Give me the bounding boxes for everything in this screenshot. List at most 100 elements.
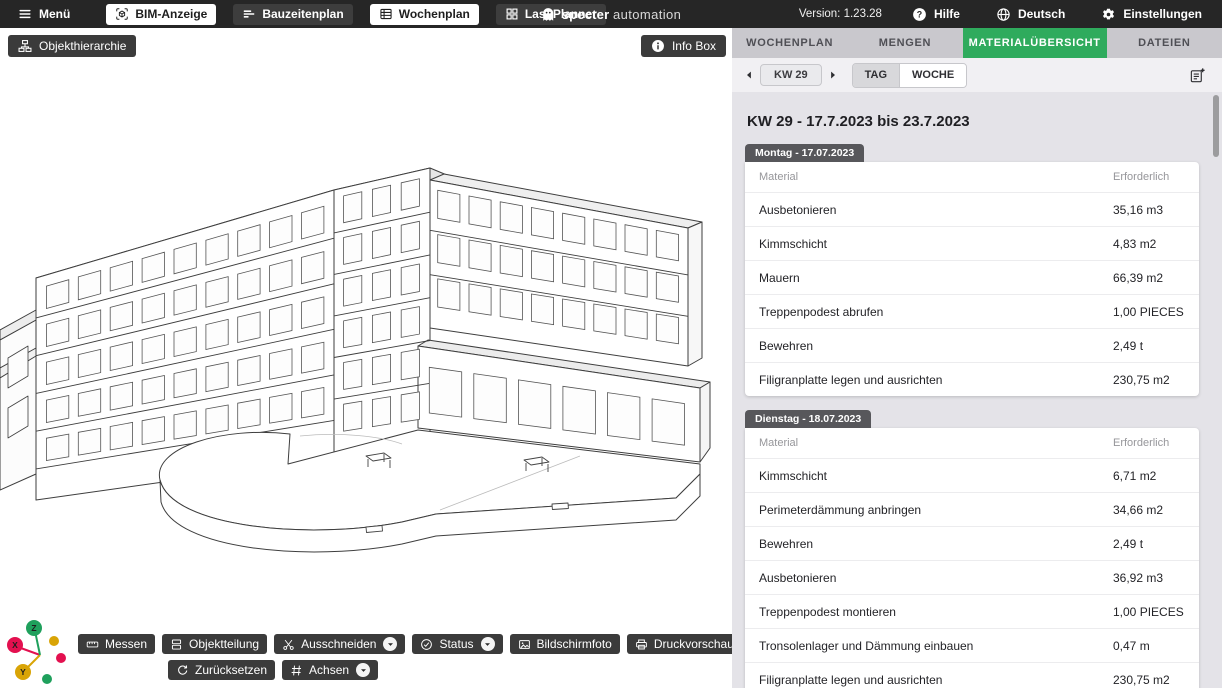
- axes-icon: [290, 664, 303, 677]
- col-required: Erforderlich: [1113, 171, 1193, 183]
- material-row[interactable]: Tronsolenlager und Dämmung einbauen 0,47…: [745, 628, 1199, 662]
- status-icon: [420, 638, 433, 651]
- dropdown-toggle[interactable]: [481, 637, 495, 651]
- material-row[interactable]: Ausbetonieren 36,92 m3: [745, 560, 1199, 594]
- material-name: Mauern: [759, 271, 1113, 285]
- menu-button[interactable]: Menü: [12, 6, 76, 22]
- material-required: 2,49 t: [1113, 339, 1193, 353]
- screenshot-icon: [518, 638, 531, 651]
- tab-dateien[interactable]: DATEIEN: [1107, 28, 1222, 58]
- printer-icon: [635, 638, 648, 651]
- gear-icon: [1101, 7, 1116, 22]
- zurucksetzen-button[interactable]: Zurücksetzen: [168, 660, 275, 680]
- material-overview-content: KW 29 - 17.7.2023 bis 23.7.2023 Montag -…: [732, 92, 1222, 688]
- day-badge: Montag - 17.07.2023: [745, 144, 864, 162]
- material-row[interactable]: Mauern 66,39 m2: [745, 260, 1199, 294]
- viewport-toolbar-row1: Messen Objektteilung Ausschneiden Status Bil…: [78, 634, 732, 654]
- day-card: Material Erforderlich Kimmschicht 6,71 m…: [745, 428, 1199, 688]
- col-material: Material: [759, 437, 1113, 449]
- day-week-toggle: TAGWOCHE: [852, 63, 968, 88]
- ghost-icon: [541, 7, 556, 22]
- add-note-button[interactable]: [1187, 65, 1208, 86]
- axis-y-neg-dot: [49, 636, 59, 646]
- status-button[interactable]: Status: [412, 634, 502, 654]
- material-row[interactable]: Filigranplatte legen und ausrichten 230,…: [745, 662, 1199, 688]
- table-icon: [379, 7, 393, 21]
- axis-gizmo[interactable]: XYZ: [4, 614, 68, 684]
- sitemap-icon: [18, 39, 32, 53]
- top-right-group: Version: 1.23.28 ?HilfeDeutschEinstellun…: [799, 6, 1208, 23]
- material-row[interactable]: Kimmschicht 4,83 m2: [745, 226, 1199, 260]
- object-hierarchy-label: Objekthierarchie: [39, 39, 126, 53]
- chevron-left-icon: [744, 70, 754, 80]
- material-name: Kimmschicht: [759, 237, 1113, 251]
- material-row[interactable]: Treppenpodest montieren 1,00 PIECES: [745, 594, 1199, 628]
- material-required: 1,00 PIECES: [1113, 305, 1193, 319]
- toggle-tag[interactable]: TAG: [853, 64, 899, 87]
- week-heading: KW 29 - 17.7.2023 bis 23.7.2023: [747, 113, 1199, 130]
- messen-button[interactable]: Messen: [78, 634, 155, 654]
- tab-materialubersicht[interactable]: MATERIALÜBERSICHT: [963, 28, 1107, 58]
- axis-x-neg-dot: [56, 653, 66, 663]
- bim-viewport[interactable]: Objekthierarchie Info Box Messen Objektte…: [0, 28, 732, 688]
- split-icon: [170, 638, 183, 651]
- material-required: 2,49 t: [1113, 537, 1193, 551]
- toggle-woche[interactable]: WOCHE: [899, 64, 966, 87]
- table-header: Material Erforderlich: [745, 428, 1199, 458]
- side-panel: WOCHENPLANMENGENMATERIALÜBERSICHTDATEIEN…: [732, 28, 1222, 688]
- week-next-button[interactable]: [826, 68, 840, 82]
- day-badge: Dienstag - 18.07.2023: [745, 410, 871, 428]
- einstellungen-button[interactable]: Einstellungen: [1095, 6, 1208, 23]
- chevron-right-icon: [828, 70, 838, 80]
- svg-text:?: ?: [917, 9, 922, 19]
- bildschirmfoto-button[interactable]: Bildschirmfoto: [510, 634, 620, 654]
- week-select-button[interactable]: KW 29: [760, 64, 822, 86]
- material-name: Ausbetonieren: [759, 203, 1113, 217]
- material-required: 1,00 PIECES: [1113, 605, 1193, 619]
- nav-wochenplan[interactable]: Wochenplan: [370, 4, 479, 25]
- material-row[interactable]: Bewehren 2,49 t: [745, 526, 1199, 560]
- tab-mengen[interactable]: MENGEN: [847, 28, 962, 58]
- achsen-button[interactable]: Achsen: [282, 660, 378, 680]
- svg-text:Z: Z: [31, 623, 36, 633]
- material-name: Tronsolenlager und Dämmung einbauen: [759, 639, 1113, 653]
- druckvorschau-button[interactable]: Druckvorschau: [627, 634, 732, 654]
- top-bar: Menü BIM-AnzeigeBauzeitenplanWochenplanL…: [0, 0, 1222, 28]
- material-row[interactable]: Treppenpodest abrufen 1,00 PIECES: [745, 294, 1199, 328]
- week-nav-bar: KW 29 TAGWOCHE: [732, 58, 1222, 92]
- material-name: Bewehren: [759, 339, 1113, 353]
- material-row[interactable]: Filigranplatte legen und ausrichten 230,…: [745, 362, 1199, 396]
- material-row[interactable]: Ausbetonieren 35,16 m3: [745, 192, 1199, 226]
- material-required: 66,39 m2: [1113, 271, 1193, 285]
- ruler-icon: [86, 638, 99, 651]
- svg-text:Y: Y: [20, 667, 26, 677]
- tab-wochenplan[interactable]: WOCHENPLAN: [732, 28, 847, 58]
- dropdown-toggle[interactable]: [356, 663, 370, 677]
- material-row[interactable]: Bewehren 2,49 t: [745, 328, 1199, 362]
- object-hierarchy-button[interactable]: Objekthierarchie: [8, 35, 136, 57]
- info-box-button[interactable]: Info Box: [641, 35, 726, 57]
- material-row[interactable]: Perimeterdämmung anbringen 34,66 m2: [745, 492, 1199, 526]
- material-required: 0,47 m: [1113, 639, 1193, 653]
- main-nav: BIM-AnzeigeBauzeitenplanWochenplanLast P…: [106, 4, 606, 25]
- objektteilung-button[interactable]: Objektteilung: [162, 634, 267, 654]
- ausschneiden-button[interactable]: Ausschneiden: [274, 634, 405, 654]
- material-required: 6,71 m2: [1113, 469, 1193, 483]
- material-name: Bewehren: [759, 537, 1113, 551]
- hilfe-button[interactable]: ?Hilfe: [906, 6, 966, 23]
- col-required: Erforderlich: [1113, 437, 1193, 449]
- brand-light: automation: [613, 7, 681, 22]
- reset-icon: [176, 664, 189, 677]
- week-prev-button[interactable]: [742, 68, 756, 82]
- dropdown-toggle[interactable]: [383, 637, 397, 651]
- grid-icon: [505, 7, 519, 21]
- nav-bim-anzeige[interactable]: BIM-Anzeige: [106, 4, 216, 25]
- material-required: 230,75 m2: [1113, 373, 1193, 387]
- add-note-icon: [1189, 67, 1206, 84]
- material-row[interactable]: Kimmschicht 6,71 m2: [745, 458, 1199, 492]
- nav-bauzeitenplan[interactable]: Bauzeitenplan: [233, 4, 352, 25]
- scissors-icon: [282, 638, 295, 651]
- panel-scrollbar[interactable]: [1213, 95, 1219, 157]
- deutsch-button[interactable]: Deutsch: [990, 6, 1071, 23]
- material-name: Treppenpodest montieren: [759, 605, 1113, 619]
